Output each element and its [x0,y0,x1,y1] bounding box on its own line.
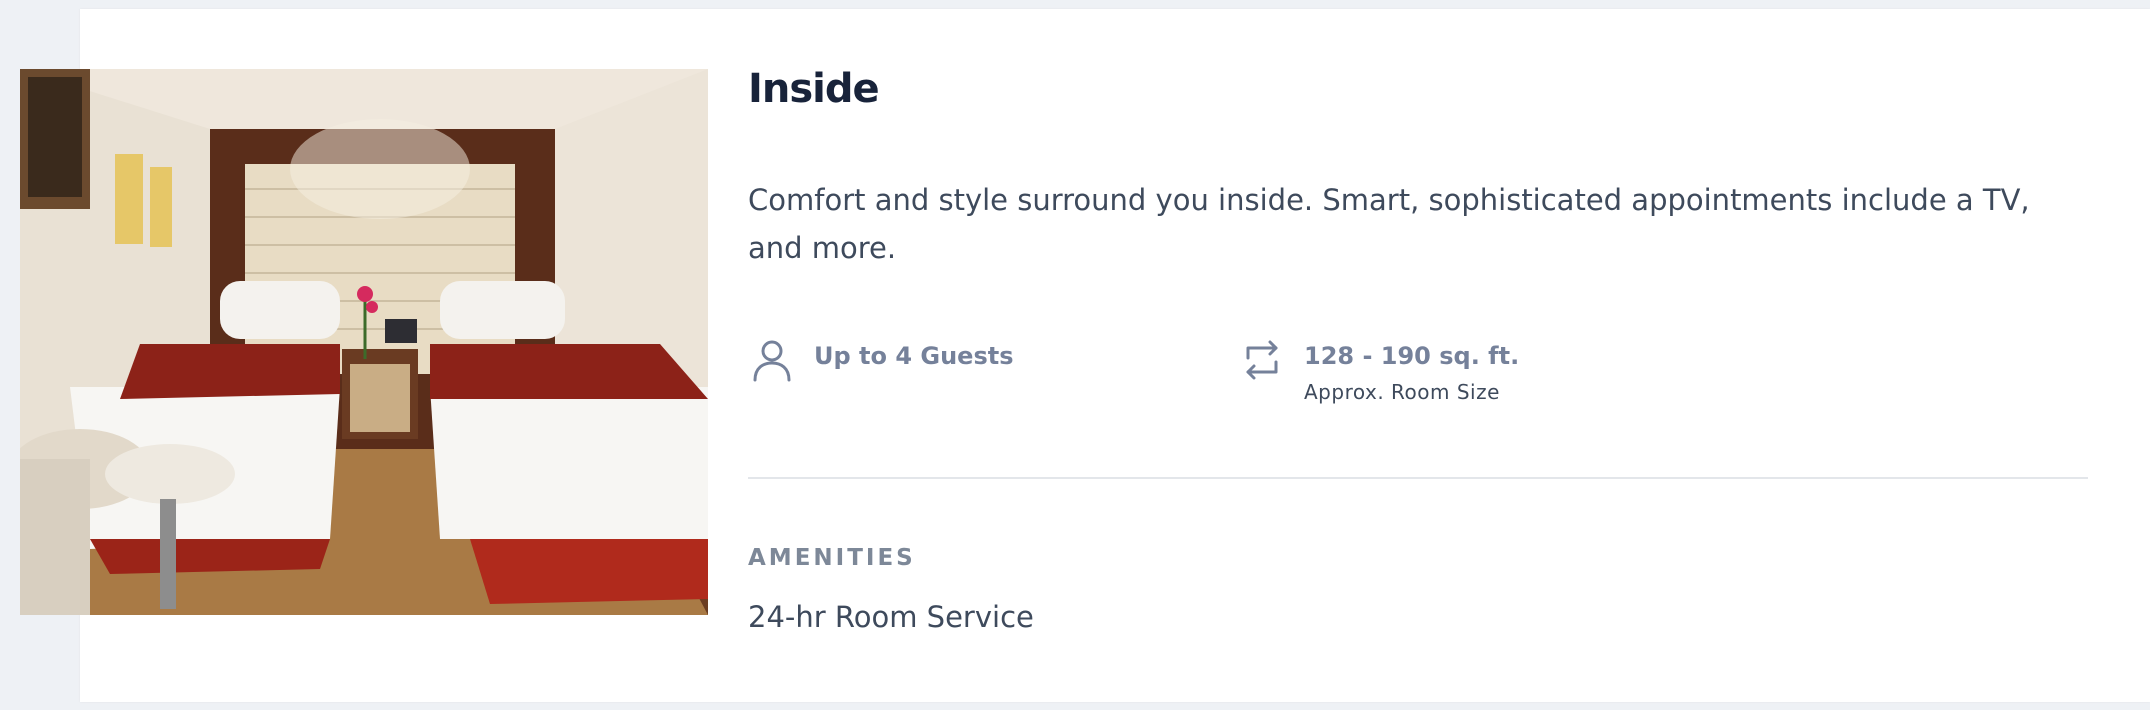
guests-feature: Up to 4 Guests [748,334,1014,384]
amenities-heading: AMENITIES [748,545,916,571]
guests-label: Up to 4 Guests [814,342,1014,370]
room-title: Inside [748,66,880,112]
room-size-label: 128 - 190 sq. ft. [1304,342,1520,370]
resize-arrows-icon [1238,336,1286,384]
stateroom-photo [20,69,708,615]
room-description: Comfort and style surround you inside. S… [748,183,2030,265]
section-divider [748,477,2088,479]
room-size-feature: 128 - 190 sq. ft. Approx. Room Size [1238,334,1519,404]
person-icon [748,336,796,384]
room-size-sublabel: Approx. Room Size [1304,380,1500,404]
amenity-item: 24-hr Room Service [748,600,1034,634]
